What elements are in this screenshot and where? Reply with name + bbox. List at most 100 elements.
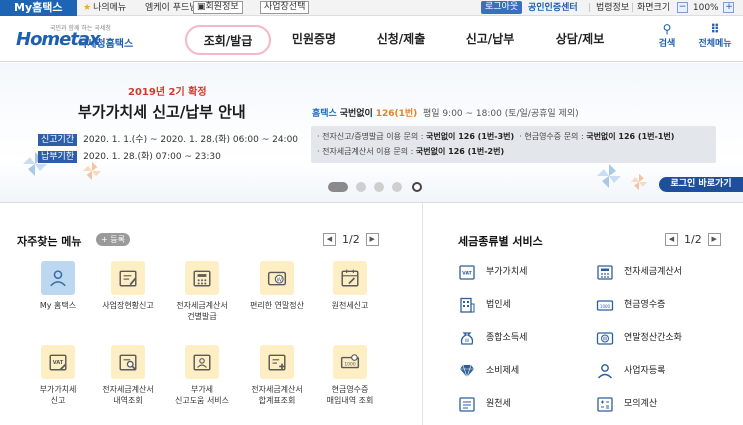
cert-center-link[interactable]: 공인인증센터 xyxy=(528,0,578,16)
my-hometax-button[interactable]: My홈택스 xyxy=(0,0,77,16)
login-shortcut-button[interactable]: 로그인 바로가기 xyxy=(659,177,743,192)
tax-services-title: 세금종류별 서비스 xyxy=(458,235,543,248)
filing-period-text: 2020. 1. 1.(수) ~ 2020. 1. 28.(화) 06:00 ~… xyxy=(83,135,299,145)
vat-pen-icon: VAT xyxy=(49,354,67,371)
vat-icon: VAT xyxy=(459,265,475,280)
inquiry-number: 국번없이 126 (1번-1번) xyxy=(586,132,675,141)
search-icon: ⚲ xyxy=(662,22,672,36)
business-select-button[interactable]: 사업장선택 xyxy=(260,1,310,14)
tax-service-label: 모의계산 xyxy=(624,399,658,409)
next-page-button[interactable]: ▶ xyxy=(707,232,721,246)
page-indicator: 1/2 xyxy=(684,232,702,246)
hotline-prefix: 국번없이 xyxy=(339,109,373,119)
nav-civil-certificate[interactable]: 민원증명 xyxy=(283,16,345,62)
zoom-control: − 100% + xyxy=(677,0,735,16)
menu-icon-tile xyxy=(185,261,219,295)
frequent-menu-label: 전자세금계산서 합계표조회 xyxy=(251,385,303,405)
pinwheel-icon xyxy=(597,164,621,188)
frequent-menu-label: 전자세금계산서 건별발급 xyxy=(176,301,228,321)
frequent-menu-item[interactable]: 전자세금계산서 건별발급 xyxy=(165,261,239,322)
inquiry-label: · 전자세금계산서 이용 문의 : xyxy=(317,147,416,156)
legal-info-link[interactable]: 법령정보 xyxy=(596,0,629,16)
payment-deadline-tag: 납부기한 xyxy=(38,151,78,163)
hometax-page: My홈택스 ★ 나의메뉴 엠케이 푸드님 ▣회원정보 사업장선택 로그아웃 공인인… xyxy=(0,0,743,425)
frequent-menu-label: 사업장현황신고 xyxy=(102,301,154,310)
utility-bar: My홈택스 ★ 나의메뉴 엠케이 푸드님 ▣회원정보 사업장선택 로그아웃 공인인… xyxy=(0,0,743,16)
hotline-brand: 홈택스 xyxy=(312,109,337,119)
all-menu-button[interactable]: ⠿ 전체메뉴 xyxy=(693,22,737,49)
search-button[interactable]: ⚲ 검색 xyxy=(645,22,689,49)
frequent-menu-item[interactable]: My 홈택스 xyxy=(21,261,95,311)
tax-service-label: 현금영수증 xyxy=(624,300,666,310)
hotline-number: 126(1번) xyxy=(375,109,418,119)
calendar-pen-icon xyxy=(341,269,359,287)
frequent-menu-item[interactable]: 원천세신고 xyxy=(313,261,387,311)
frequent-menu-label: 편리한 연말정산 xyxy=(249,301,305,310)
slide-dot-active[interactable] xyxy=(328,182,348,192)
pen-document-icon xyxy=(119,270,137,287)
my-menu-label: 나의메뉴 xyxy=(93,3,127,13)
prev-page-button[interactable]: ◀ xyxy=(665,232,678,246)
logout-button[interactable]: 로그아웃 xyxy=(481,1,523,14)
zoom-out-button[interactable]: − xyxy=(677,2,688,13)
nav-consult-report[interactable]: 상담/제보 xyxy=(549,16,611,62)
member-info-button[interactable]: ▣회원정보 xyxy=(193,1,243,14)
frequent-menu-item[interactable]: VAT 부가가치세 신고 xyxy=(21,345,95,406)
nav-report-pay[interactable]: 신고/납부 xyxy=(459,16,521,62)
won-card-icon: W xyxy=(267,271,287,286)
menu-icon-tile xyxy=(185,345,219,379)
slide-dot[interactable] xyxy=(374,182,384,192)
tax-service-label: 부가가치세 xyxy=(486,267,528,277)
person-card-icon xyxy=(193,354,211,371)
prev-page-button[interactable]: ◀ xyxy=(323,232,336,246)
frequent-menu-item[interactable]: 부가세 신고도움 서비스 xyxy=(165,345,239,406)
member-info-label: 회원정보 xyxy=(205,2,239,12)
notice-banner[interactable]: 2019년 2기 확정 부가가치세 신고/납부 안내 신고기간 2020. 1. … xyxy=(0,63,743,203)
payment-deadline-text: 2020. 1. 28.(화) 07:00 ~ 23:30 xyxy=(83,152,221,162)
frequent-menu-label: 부가가치세 신고 xyxy=(39,385,77,405)
frequent-menu-item[interactable]: W 편리한 연말정산 xyxy=(240,261,314,311)
tax-service-label: 전자세금계산서 xyxy=(624,267,682,277)
next-page-button[interactable]: ▶ xyxy=(365,232,379,246)
frequent-menu-item[interactable]: 1000 현금영수증 매입내역 조회 xyxy=(313,345,387,406)
main-header: 국민과 함께 하는 국세청 Hometax 국세청홈택스 조회/발급 민원증명 … xyxy=(0,16,743,62)
divider: | xyxy=(631,3,635,13)
tax-services-section: 세금종류별 서비스 ◀ 1/2 ▶ VAT 부가가치세 전자세금계산서 법인세 1000 현금… xyxy=(424,203,743,425)
tax-services-pager: ◀ 1/2 ▶ xyxy=(665,232,721,246)
document-plus-icon xyxy=(268,354,286,371)
menu-icon-tile xyxy=(260,345,294,379)
nav-lookup-issue[interactable]: 조회/발급 xyxy=(185,25,271,55)
all-menu-label: 전체메뉴 xyxy=(698,39,732,49)
hometax-logo[interactable]: 국민과 함께 하는 국세청 Hometax 국세청홈택스 xyxy=(16,21,156,57)
star-icon: ★ xyxy=(83,3,92,13)
tax-service-label: 연말정산간소화 xyxy=(624,333,682,343)
divider: | xyxy=(588,3,592,13)
inquiry-label: · 전자신고/증명발급 이용 문의 : xyxy=(317,132,426,141)
my-menu-link[interactable]: ★ 나의메뉴 xyxy=(83,0,126,16)
svg-text:W: W xyxy=(465,338,470,344)
slide-dot[interactable] xyxy=(392,182,402,192)
svg-text:VAT: VAT xyxy=(462,271,472,277)
frequent-menu-item[interactable]: 전자세금계산서 내역조회 xyxy=(91,345,165,406)
register-button[interactable]: + 등록 xyxy=(96,233,130,246)
banner-title: 부가가치세 신고/납부 안내 xyxy=(78,103,246,121)
won-coin-icon: W xyxy=(596,332,614,345)
frequent-menu-label: 현금영수증 매입내역 조회 xyxy=(326,385,374,405)
tax-service-label: 원천세 xyxy=(486,399,511,409)
frequent-menu-item[interactable]: 사업장현황신고 xyxy=(91,261,165,311)
zoom-in-button[interactable]: + xyxy=(723,2,735,13)
slide-pause-button[interactable] xyxy=(412,182,422,192)
menu-icon-tile: VAT xyxy=(41,345,75,379)
payment-deadline-row: 납부기한 2020. 1. 28.(화) 07:00 ~ 23:30 xyxy=(38,149,221,163)
frequent-menu-label: 부가세 신고도움 서비스 xyxy=(174,385,230,405)
grid-icon: ⠿ xyxy=(710,22,720,36)
pinwheel-icon xyxy=(82,161,102,181)
nav-apply-submit[interactable]: 신청/제출 xyxy=(370,16,432,62)
menu-icon-tile xyxy=(111,345,145,379)
menu-icon-tile: W xyxy=(260,261,294,295)
frequent-menu-item[interactable]: 전자세금계산서 합계표조회 xyxy=(240,345,314,406)
person-icon xyxy=(597,364,613,379)
bill-search-icon: 1000 xyxy=(340,354,360,369)
menu-icon-tile xyxy=(333,261,367,295)
slide-dot[interactable] xyxy=(356,182,366,192)
